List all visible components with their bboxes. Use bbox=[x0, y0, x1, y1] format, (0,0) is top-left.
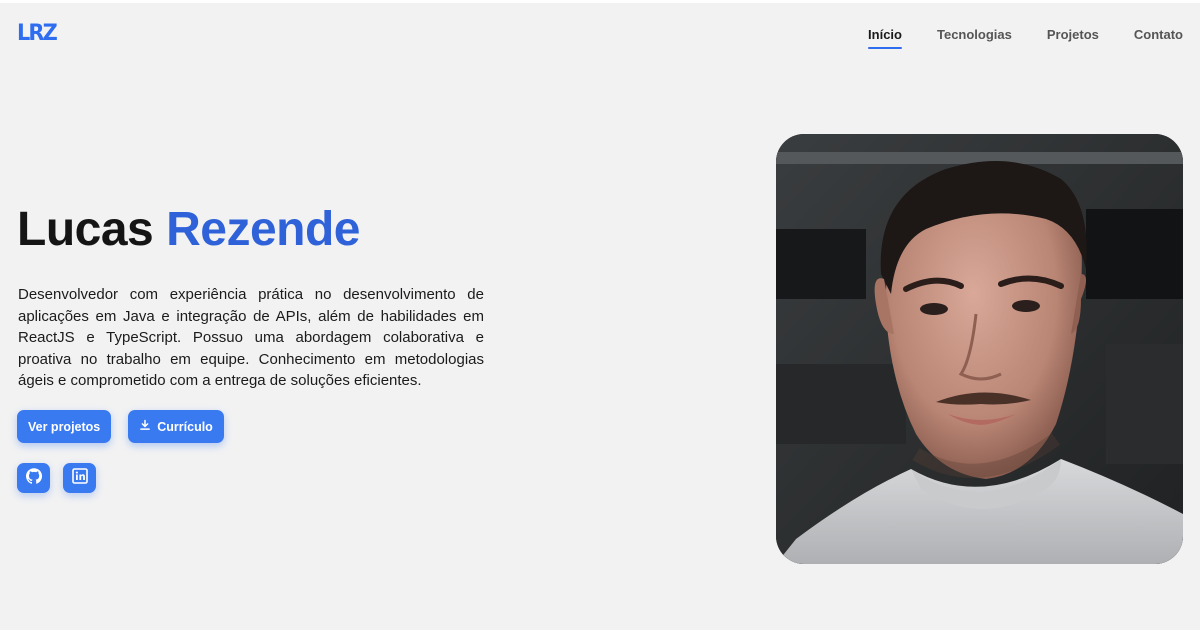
download-icon bbox=[139, 419, 151, 434]
github-link[interactable] bbox=[17, 463, 50, 493]
view-projects-label: Ver projetos bbox=[28, 419, 101, 434]
hero-last-name: Rezende bbox=[166, 203, 360, 256]
top-navigation: Início Tecnologias Projetos Contato bbox=[868, 27, 1183, 49]
hero-description: Desenvolvedor com experiência prática no… bbox=[18, 286, 484, 389]
github-icon bbox=[25, 467, 42, 489]
hero-first-name: Lucas bbox=[17, 203, 154, 256]
linkedin-icon bbox=[71, 467, 88, 489]
view-projects-button[interactable]: Ver projetos bbox=[17, 410, 112, 443]
resume-label: Currículo bbox=[157, 419, 213, 434]
nav-link-inicio[interactable]: Início bbox=[868, 27, 902, 49]
profile-photo bbox=[776, 134, 1183, 564]
hero-title: Lucas Rezende bbox=[17, 200, 360, 260]
nav-link-projetos[interactable]: Projetos bbox=[1047, 27, 1099, 47]
social-links bbox=[17, 463, 96, 493]
resume-button[interactable]: Currículo bbox=[128, 410, 224, 443]
linkedin-link[interactable] bbox=[63, 463, 96, 493]
nav-link-contato[interactable]: Contato bbox=[1134, 27, 1183, 47]
brand-logo[interactable]: LRZ bbox=[17, 22, 58, 46]
hero-actions: Ver projetos Currículo bbox=[17, 410, 224, 443]
nav-link-tecnologias[interactable]: Tecnologias bbox=[937, 27, 1012, 47]
